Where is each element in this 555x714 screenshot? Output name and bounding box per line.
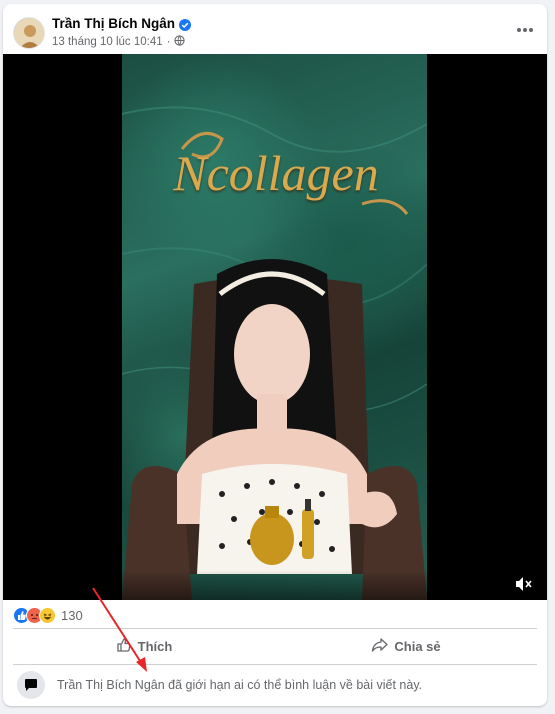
like-button[interactable]: Thích [13,630,275,662]
more-options-icon[interactable] [513,20,537,40]
globe-icon [174,35,186,49]
share-label: Chia sẻ [394,638,441,654]
comment-restriction-text: Trần Thị Bích Ngân đã giới hạn ai có thể… [57,678,423,692]
video-frame: Ncollagen [122,54,427,600]
share-icon [371,637,389,656]
post-card: Trần Thị Bích Ngân 13 tháng 10 lúc 10:41… [3,4,547,706]
thumbs-up-icon [116,637,132,656]
share-button[interactable]: Chia sẻ [275,630,537,662]
comment-restriction-notice: Trần Thị Bích Ngân đã giới hạn ai có thể… [13,668,537,702]
comment-icon [17,671,45,699]
volume-muted-icon[interactable] [515,576,533,592]
author-avatar[interactable] [13,17,45,49]
reaction-summary[interactable]: 130 [13,604,83,626]
post-timestamp[interactable]: 13 tháng 10 lúc 10:41 [52,36,163,48]
reaction-count[interactable]: 130 [61,608,83,623]
verified-badge-icon [179,18,192,31]
like-label: Thích [137,638,173,654]
video-controls-bar [3,570,547,600]
video-brand-text: Ncollagen [173,145,379,201]
video-scene [122,106,427,600]
divider [13,628,537,629]
divider [13,664,537,665]
dot-separator: · [166,36,171,48]
haha-reaction-icon [39,606,56,624]
post-header: Trần Thị Bích Ngân 13 tháng 10 lúc 10:41… [3,4,547,54]
post-actions: Thích Chia sẻ [13,630,537,662]
video-player[interactable]: Ncollagen [3,54,547,600]
author-name[interactable]: Trần Thị Bích Ngân [52,16,175,31]
